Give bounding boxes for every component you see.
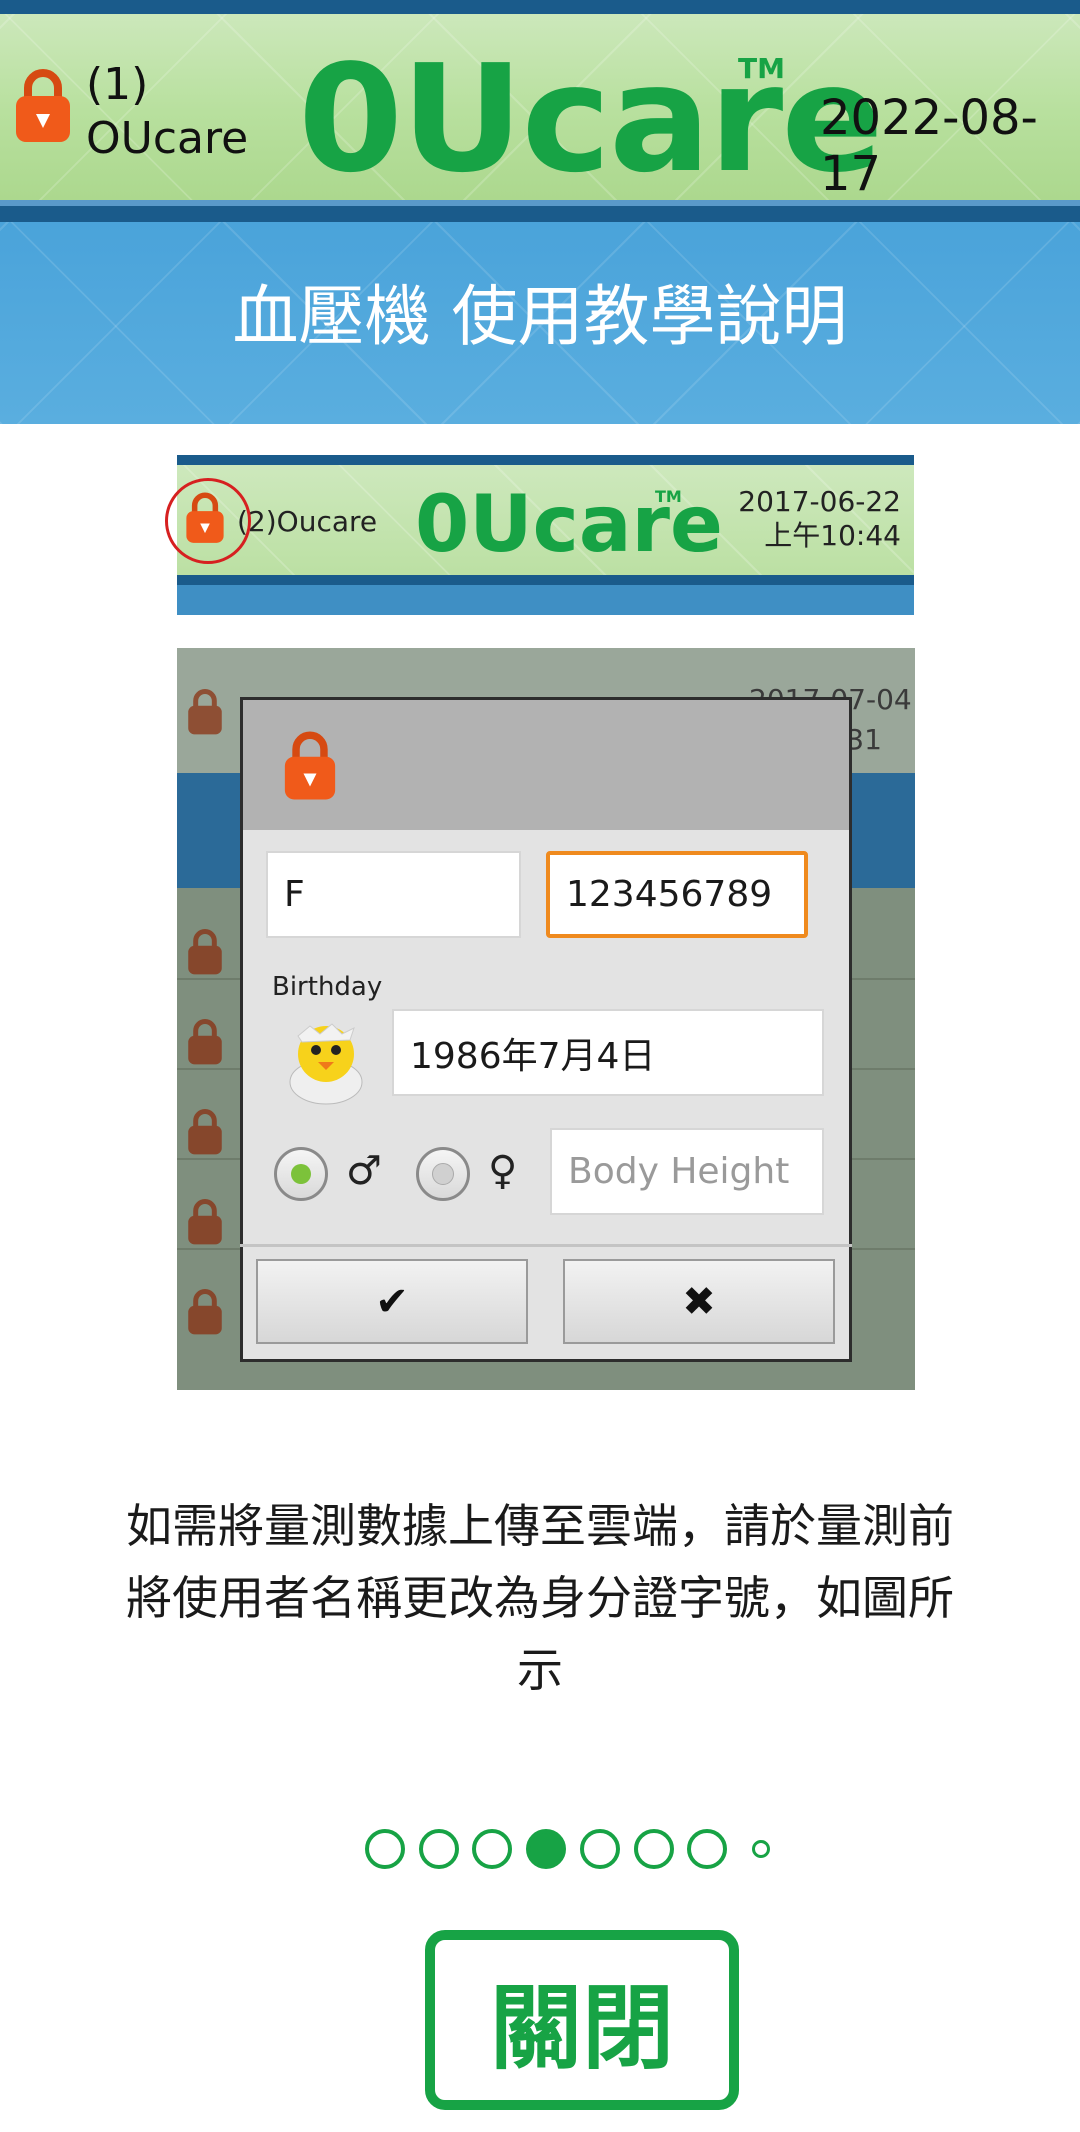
page-indicator-dot[interactable] <box>472 1829 512 1869</box>
instruction-text: 如需將量測數據上傳至雲端，請於量測前將使用者名稱更改為身分證字號，如圖所示 <box>126 1499 954 1697</box>
male-icon: ♂ <box>346 1148 382 1194</box>
highlight-circle <box>165 478 251 564</box>
header-date: 2022-08-17 <box>820 90 1038 202</box>
close-button[interactable]: 關閉 <box>425 1930 739 2110</box>
tutorial-figure-header: (2)Oucare 0Ucare TM 2017-06-22 上午10:44 <box>177 455 914 615</box>
trademark-mark: TM <box>738 52 785 85</box>
figure-bottom-stripe <box>177 575 914 585</box>
figure-date: 2017-06-22 <box>738 485 901 518</box>
figure-user-label: (2)Oucare <box>237 505 378 538</box>
male-radio[interactable] <box>274 1147 328 1201</box>
header-bottom-stripe <box>0 206 1080 222</box>
birthday-field[interactable]: 1986年7月4日 <box>392 1009 824 1096</box>
figure-datetime: 2017-06-22 上午10:44 <box>725 485 901 553</box>
dialog-footer-divider <box>240 1244 852 1247</box>
user-lock-icon[interactable] <box>14 68 72 148</box>
dialog-lock-icon <box>283 730 337 806</box>
figure-top-stripe <box>177 455 914 465</box>
oucare-logo: 0Ucare <box>298 33 884 205</box>
current-user-label[interactable]: (1) OUcare <box>86 58 248 166</box>
birthday-label: Birthday <box>272 972 383 1002</box>
figure-bg-lock-icon <box>187 928 223 980</box>
female-icon: ♀ <box>488 1148 518 1194</box>
radio-dot <box>291 1164 311 1184</box>
figure-bg-lock-icon <box>187 1198 223 1250</box>
radio-dot <box>432 1163 454 1185</box>
header-top-stripe <box>0 0 1080 14</box>
figure-time: 上午10:44 <box>764 519 901 552</box>
female-radio[interactable] <box>416 1147 470 1201</box>
page-indicator-dot[interactable] <box>752 1840 770 1858</box>
page-indicator-dot[interactable] <box>687 1829 727 1869</box>
figure-bg-lock-icon <box>187 688 223 740</box>
page-title: 血壓機 使用教學說明 <box>232 278 848 355</box>
body-height-field[interactable]: Body Height <box>550 1128 824 1215</box>
page-indicator-dot[interactable] <box>580 1829 620 1869</box>
figure-bg-lock-icon <box>187 1108 223 1160</box>
cancel-button[interactable]: ✖ <box>563 1259 835 1344</box>
page-indicator-dot-active[interactable] <box>526 1829 566 1869</box>
figure-toolbar-strip <box>177 585 914 615</box>
figure-bg-lock-icon <box>187 1018 223 1070</box>
page-indicator-dot[interactable] <box>419 1829 459 1869</box>
page-indicator-dot[interactable] <box>634 1829 674 1869</box>
confirm-button[interactable]: ✔ <box>256 1259 528 1344</box>
figure-trademark: TM <box>655 487 682 506</box>
figure-bg-lock-icon <box>187 1288 223 1340</box>
name-field[interactable]: F <box>266 851 521 938</box>
chick-icon <box>276 1010 376 1110</box>
id-number-field[interactable]: 123456789 <box>546 851 808 938</box>
page-indicator-dot[interactable] <box>365 1829 405 1869</box>
